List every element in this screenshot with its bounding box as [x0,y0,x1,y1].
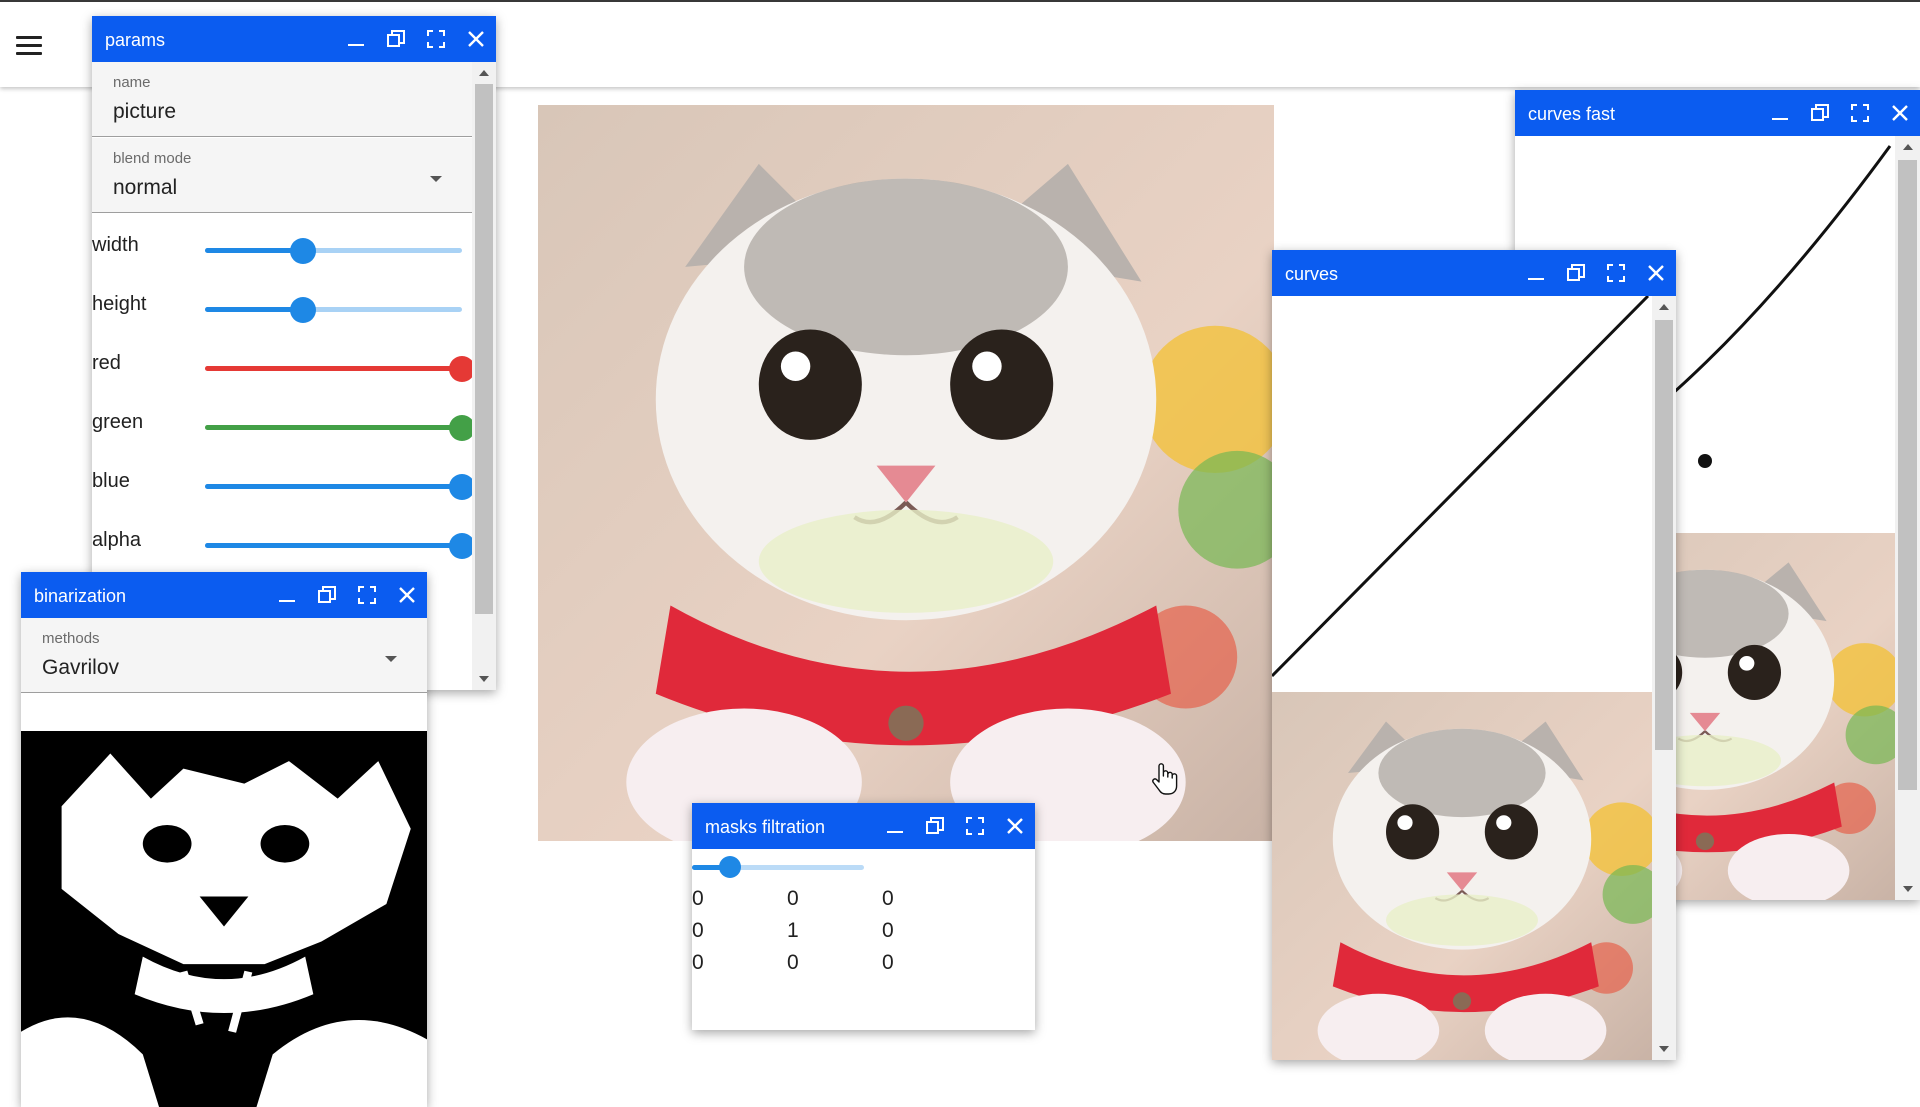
masks-title: masks filtration [705,817,826,837]
methods-select[interactable]: methods Gavrilov [21,618,427,693]
minimize-icon[interactable] [275,583,299,607]
fullscreen-icon[interactable] [355,583,379,607]
slider-thumb-green[interactable] [449,415,472,441]
chevron-down-icon [430,176,442,182]
main-cat-image [538,105,1297,856]
curves-window: curves [1272,250,1676,1060]
methods-label: methods [42,630,100,647]
matrix-cell[interactable]: 1 [787,919,799,943]
name-value: picture [113,100,177,123]
slider-thumb-blue[interactable] [449,474,472,500]
slider-thumb-alpha[interactable] [449,533,472,559]
matrix-cell[interactable]: 0 [692,919,704,943]
matrix-cell[interactable]: 0 [787,887,799,911]
fullscreen-icon[interactable] [1604,261,1628,285]
minimize-icon[interactable] [1524,261,1548,285]
menu-icon[interactable] [16,36,42,56]
slider-label: alpha [92,529,141,551]
masks-titlebar[interactable]: masks filtration [692,803,1035,849]
slider-fill [205,425,462,430]
chevron-down-icon [385,656,397,662]
slider-fill [205,366,462,371]
matrix-cell[interactable]: 0 [692,887,704,911]
slider-label: green [92,411,144,433]
mask-size-slider[interactable] [692,855,872,879]
close-icon[interactable] [1003,814,1027,838]
close-icon[interactable] [464,27,488,51]
fullscreen-icon[interactable] [1848,101,1872,125]
params-titlebar[interactable]: params [92,16,496,62]
curves-title: curves [1285,264,1339,284]
slider-row-width: width [92,230,472,270]
restore-icon[interactable] [923,814,947,838]
slider-row-alpha: alpha [92,525,472,565]
binarization-title: binarization [34,586,127,606]
window-controls [344,27,488,51]
curve-control-point [1698,454,1712,468]
slider-label: red [92,352,121,374]
slider-row-red: red [92,348,472,388]
window-controls [275,583,419,607]
restore-icon[interactable] [315,583,339,607]
restore-icon[interactable] [384,27,408,51]
minimize-icon[interactable] [344,27,368,51]
slider-label: blue [92,470,130,492]
window-controls [1524,261,1668,285]
matrix-cell[interactable]: 0 [882,919,894,943]
slider-label: width [92,234,139,256]
name-field[interactable]: name picture [92,62,472,137]
slider-row-blue: blue [92,466,472,506]
restore-icon[interactable] [1564,261,1588,285]
curves-graph[interactable] [1272,296,1652,692]
params-title: params [105,30,166,50]
matrix-cell[interactable]: 0 [787,951,799,975]
window-controls [883,814,1027,838]
masks-filtration-window: masks filtration 0 0 0 0 1 0 0 0 0 [692,803,1035,1030]
mask-slider-thumb[interactable] [718,856,741,878]
curves-fast-title: curves fast [1528,104,1616,124]
binarization-window: binarization methods Gavrilov [21,572,427,1107]
fullscreen-icon[interactable] [963,814,987,838]
binarized-image [21,731,427,1107]
binarization-titlebar[interactable]: binarization [21,572,427,618]
name-label: name [113,74,151,91]
blend-mode-value: normal [113,176,178,199]
matrix-cell[interactable]: 0 [882,887,894,911]
curves-titlebar[interactable]: curves [1272,250,1676,296]
slider-thumb-height[interactable] [289,297,316,323]
slider-thumb-width[interactable] [289,238,316,264]
restore-icon[interactable] [1808,101,1832,125]
matrix-cell[interactable]: 0 [692,951,704,975]
blend-mode-label: blend mode [113,150,192,167]
close-icon[interactable] [1644,261,1668,285]
minimize-icon[interactable] [1768,101,1792,125]
matrix-cell[interactable]: 0 [882,951,894,975]
slider-row-height: height [92,289,472,329]
slider-thumb-red[interactable] [449,356,472,382]
curves-fast-scrollbar[interactable] [1895,136,1920,900]
curves-scrollbar[interactable] [1652,296,1676,1060]
slider-row-green: green [92,407,472,447]
blend-mode-select[interactable]: blend mode normal [92,138,472,213]
slider-fill [205,307,303,312]
curves-fast-titlebar[interactable]: curves fast [1515,90,1920,136]
slider-fill [205,484,462,489]
hand-cursor-icon [1152,763,1178,795]
slider-fill [205,248,303,253]
curves-preview [1272,692,1664,1060]
params-scrollbar[interactable] [472,62,496,690]
fullscreen-icon[interactable] [424,27,448,51]
close-icon[interactable] [395,583,419,607]
close-icon[interactable] [1888,101,1912,125]
window-controls [1768,101,1912,125]
minimize-icon[interactable] [883,814,907,838]
slider-fill [205,543,462,548]
methods-value: Gavrilov [42,656,120,679]
slider-label: height [92,293,147,315]
